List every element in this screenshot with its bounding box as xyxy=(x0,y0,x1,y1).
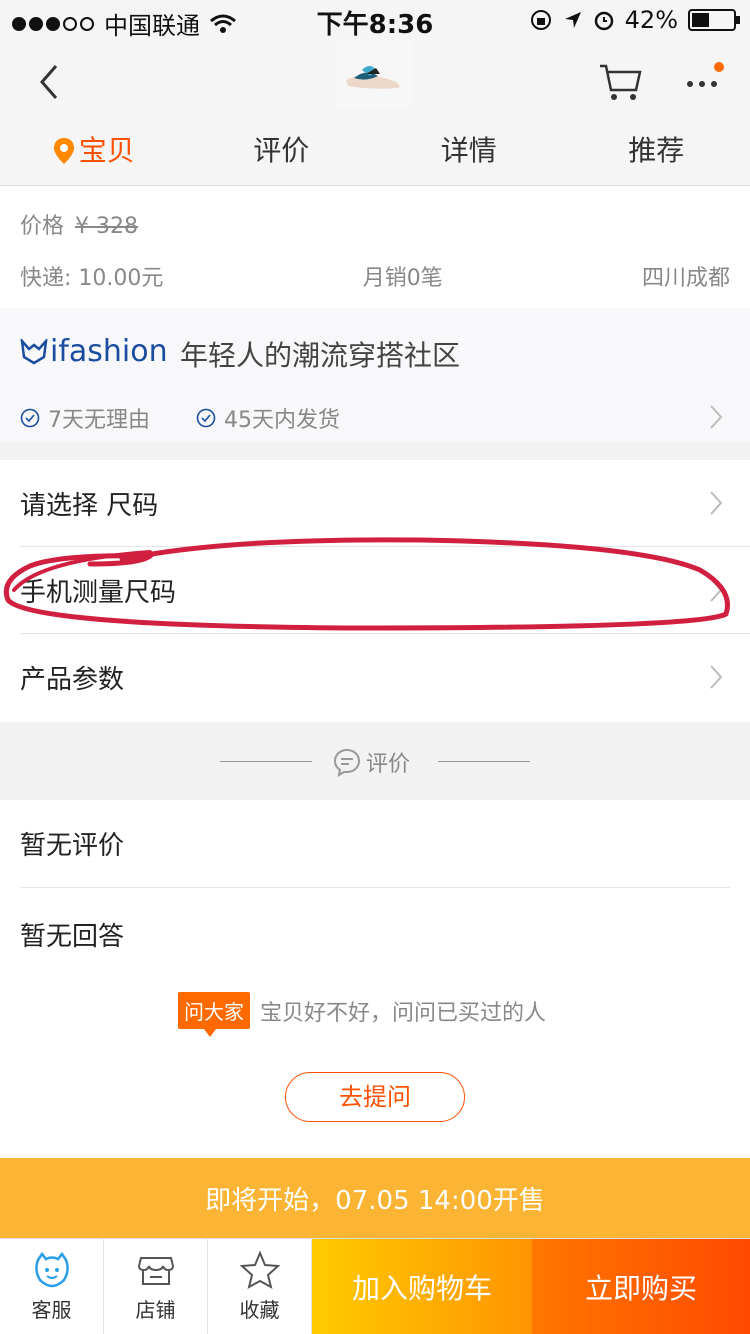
more-icon[interactable] xyxy=(680,62,730,102)
no-reviews-text: 暂无评价 xyxy=(20,831,125,861)
chat-bubble-icon xyxy=(333,748,361,777)
chevron-right-icon xyxy=(710,578,723,602)
guarantee-list: 7天无理由 45天内发货 xyxy=(20,402,340,434)
review-divider-label: 评价 xyxy=(332,746,410,778)
guarantee-label: 7天无理由 xyxy=(48,408,150,433)
shop-button[interactable]: 店铺 xyxy=(104,1239,208,1334)
star-icon xyxy=(239,1250,280,1289)
customer-service-button[interactable]: 客服 xyxy=(0,1239,104,1334)
option-label: 产品参数 xyxy=(20,665,125,695)
chevron-right-icon xyxy=(710,665,723,689)
ask-everyone-badge: 问大家 xyxy=(178,992,250,1037)
review-divider: 评价 xyxy=(0,722,750,800)
status-right: 42% xyxy=(529,6,740,34)
shop-icon xyxy=(137,1257,174,1285)
customer-service-icon xyxy=(34,1251,69,1288)
tab-reviews[interactable]: 评价 xyxy=(188,126,376,176)
guarantee-item: 45天内发货 xyxy=(196,402,340,434)
buy-now-button[interactable]: 立即购买 xyxy=(532,1239,750,1334)
fox-logo-icon xyxy=(20,338,48,364)
shipping-row: 快递: 10.00元 月销0笔 四川成都 xyxy=(20,260,730,292)
option-row-params[interactable]: 产品参数 xyxy=(20,634,750,721)
guarantee-item: 7天无理由 xyxy=(20,402,150,434)
tab-recommend[interactable]: 推荐 xyxy=(563,126,750,176)
tab-item[interactable]: 宝贝 xyxy=(0,126,188,176)
presale-text: 即将开始，07.05 14:00开售 xyxy=(205,1186,545,1216)
tab-bar: 宝贝 评价 详情 推荐 xyxy=(0,126,750,176)
product-thumbnail xyxy=(336,40,412,108)
bottom-action-bar: 客服 店铺 收藏 加入购物车 立即购买 xyxy=(0,1238,750,1334)
check-circle-icon xyxy=(196,408,216,428)
chevron-right-icon xyxy=(710,405,723,429)
tab-label-item: 宝贝 xyxy=(78,134,135,167)
ask-question-button[interactable]: 去提问 xyxy=(285,1072,465,1122)
rotation-lock-icon xyxy=(530,10,551,30)
location-pin-icon xyxy=(53,138,74,164)
favorite-button[interactable]: 收藏 xyxy=(208,1239,312,1334)
tab-label-details: 详情 xyxy=(440,134,497,167)
option-row-size[interactable]: 请选择 尺码 xyxy=(20,460,750,547)
tab-details[interactable]: 详情 xyxy=(375,126,563,176)
option-row-measure[interactable]: 手机测量尺码 xyxy=(20,547,750,634)
battery-icon xyxy=(688,9,740,31)
option-label: 请选择 尺码 xyxy=(20,490,159,521)
reviews-section: 暂无评价 暂无回答 问大家 宝贝好不好，问问已买过的人 去提问 xyxy=(0,800,750,1158)
section-gap xyxy=(0,442,750,460)
ifashion-logo: ifashion xyxy=(20,334,168,369)
brand-section[interactable]: ifashion 年轻人的潮流穿搭社区 7天无理由 45天内发货 xyxy=(0,308,750,442)
ship-location: 四川成都 xyxy=(641,266,730,291)
favorite-label: 收藏 xyxy=(239,1298,280,1322)
add-to-cart-button[interactable]: 加入购物车 xyxy=(312,1239,532,1334)
location-arrow-icon xyxy=(564,12,581,28)
divider-line xyxy=(438,761,530,762)
divider-line xyxy=(220,761,312,762)
tab-label-reviews: 评价 xyxy=(253,134,310,167)
ask-everyone-row: 问大家 宝贝好不好，问问已买过的人 xyxy=(178,992,547,1037)
no-reviews-row[interactable]: 暂无评价 xyxy=(20,800,730,888)
notification-dot xyxy=(714,62,724,72)
no-answers-text: 暂无回答 xyxy=(20,921,125,952)
customer-service-label: 客服 xyxy=(31,1298,72,1322)
ask-everyone-hint: 宝贝好不好，问问已买过的人 xyxy=(260,1000,547,1026)
shop-label: 店铺 xyxy=(135,1298,176,1322)
option-label: 手机测量尺码 xyxy=(20,577,177,608)
shipping-fee: 快递: 10.00元 xyxy=(20,266,164,291)
no-answers-row[interactable]: 暂无回答 xyxy=(20,890,730,978)
price-section: 价格 ¥ 328 快递: 10.00元 月销0笔 四川成都 xyxy=(0,186,750,308)
battery-percent: 42% xyxy=(624,6,678,34)
monthly-sales: 月销0笔 xyxy=(362,266,443,291)
option-list: 请选择 尺码 手机测量尺码 产品参数 xyxy=(0,460,750,721)
cart-icon[interactable] xyxy=(598,62,642,102)
presale-banner: 即将开始，07.05 14:00开售 xyxy=(0,1158,750,1238)
status-bar: 中国联通 下午8:36 42% xyxy=(0,0,750,40)
price-line: 价格 ¥ 328 xyxy=(20,208,138,240)
chevron-right-icon xyxy=(710,491,723,515)
guarantee-label: 45天内发货 xyxy=(224,408,340,433)
tab-label-recommend: 推荐 xyxy=(628,134,685,167)
brand-slogan: 年轻人的潮流穿搭社区 xyxy=(180,339,461,372)
product-header: 宝贝 评价 详情 推荐 xyxy=(0,40,750,186)
alarm-icon xyxy=(594,11,613,31)
back-icon[interactable] xyxy=(30,62,70,102)
review-divider-text: 评价 xyxy=(366,752,411,777)
brand-logo-text: ifashion xyxy=(50,334,168,369)
original-price: ¥ 328 xyxy=(75,214,138,239)
check-circle-icon xyxy=(20,408,40,428)
price-label: 价格 xyxy=(20,214,65,239)
